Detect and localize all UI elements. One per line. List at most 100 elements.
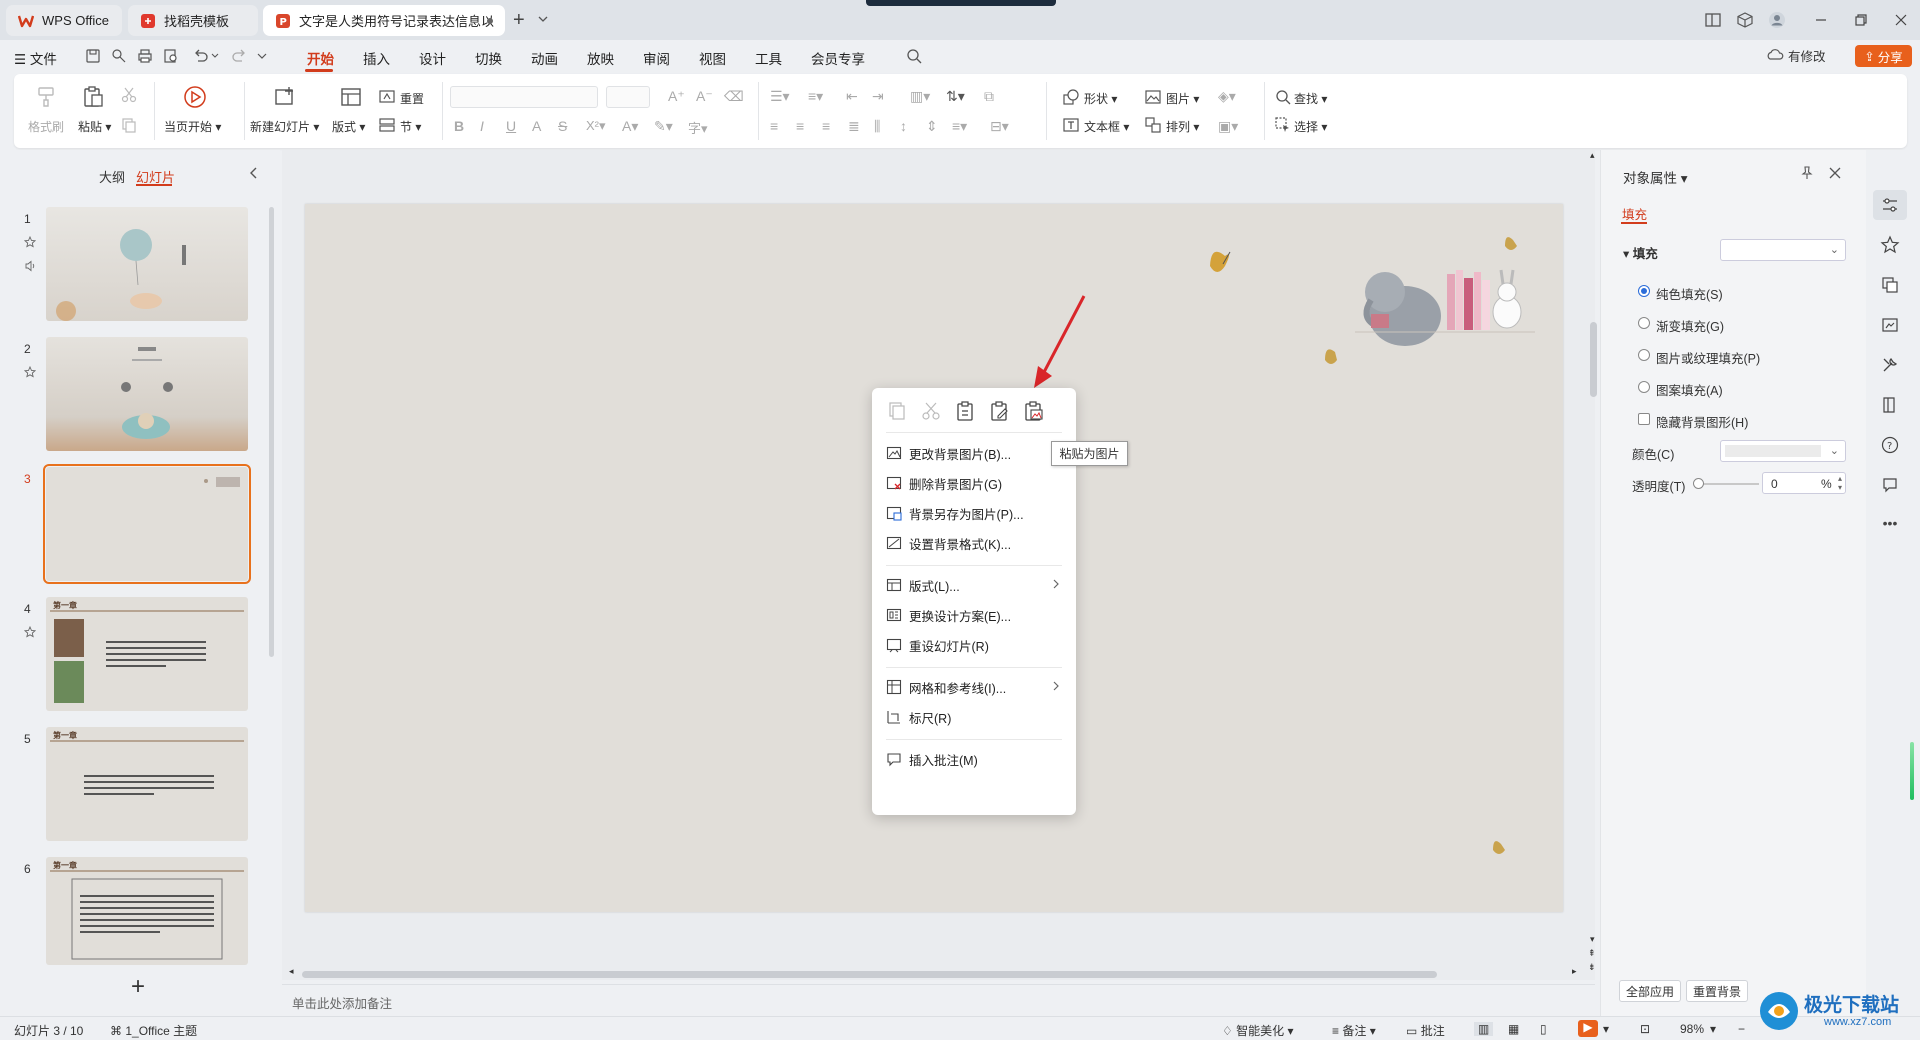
slide-thumbnail-5[interactable]: 第一章 [46, 727, 248, 841]
insert-comment-item[interactable]: 插入批注(M) [886, 744, 1066, 774]
fill-color-icon[interactable]: ◈▾ [1218, 88, 1236, 105]
menu-animation[interactable]: 动画 [531, 48, 558, 68]
new-tab-icon[interactable]: + [513, 9, 525, 32]
menu-transition[interactable]: 切换 [475, 48, 502, 68]
layout-icon[interactable] [338, 84, 364, 110]
scroll-down-icon[interactable]: ▾ [1590, 934, 1595, 945]
justify-icon[interactable]: ≣ [848, 118, 860, 135]
picture-icon[interactable] [1144, 88, 1162, 106]
paste-icon[interactable] [954, 400, 976, 422]
text-effect-icon[interactable]: 字▾ [688, 118, 708, 137]
play-slideshow-icon[interactable]: ▶ [1578, 1020, 1598, 1037]
tools-icon[interactable] [1880, 355, 1900, 375]
play-from-current-icon[interactable] [182, 84, 208, 110]
chevron-down-icon[interactable] [538, 14, 548, 24]
italic-icon[interactable]: I [480, 118, 484, 134]
copy-layers-icon[interactable] [1880, 275, 1900, 295]
properties-icon[interactable] [1880, 195, 1900, 215]
picture-edit-icon[interactable] [1880, 315, 1900, 335]
panel-title[interactable]: 对象属性 ▾ [1623, 167, 1688, 187]
paste-icon[interactable] [80, 84, 106, 110]
collapse-panel-icon[interactable] [248, 166, 260, 180]
reset-background-button[interactable]: 重置背景 [1686, 980, 1749, 1002]
star-icon[interactable] [1880, 235, 1900, 255]
increase-indent-icon[interactable]: ⇥ [872, 88, 884, 105]
tab-current-document[interactable]: P 文字是人类用符号记录表达信息以 [263, 5, 505, 36]
scroll-up-icon[interactable]: ▴ [1590, 150, 1595, 161]
redo-icon[interactable] [230, 47, 248, 65]
columns-icon[interactable]: ▥▾ [910, 88, 930, 105]
bold-icon[interactable]: B [454, 118, 464, 134]
textbox-icon[interactable] [1062, 116, 1080, 134]
print-preview-icon[interactable] [162, 47, 180, 65]
menu-slideshow[interactable]: 放映 [587, 48, 614, 68]
pin-icon[interactable] [1800, 166, 1814, 180]
strikethrough-icon[interactable]: S [558, 118, 567, 134]
gradient-fill-label[interactable]: 渐变填充(G) [1656, 316, 1724, 335]
arrange-label[interactable]: 排列 ▾ [1166, 118, 1199, 135]
prev-slide-icon[interactable]: ⇞ [1588, 948, 1596, 959]
copy-icon[interactable] [886, 400, 908, 422]
outline-color-icon[interactable]: ▣▾ [1218, 118, 1238, 135]
decrease-indent-icon[interactable]: ⇤ [846, 88, 858, 105]
arrange-icon[interactable] [1144, 116, 1162, 134]
numbering-icon[interactable]: ≡▾ [808, 88, 823, 105]
highlight-icon[interactable]: ✎▾ [654, 118, 673, 135]
para-spacing-icon[interactable]: ⇕ [926, 118, 938, 135]
print-icon[interactable] [136, 47, 154, 65]
slide-thumbnail-3[interactable] [43, 464, 251, 584]
chevron-down-icon[interactable] [256, 47, 268, 65]
color-select[interactable]: ⌄ [1720, 440, 1846, 462]
file-menu[interactable]: ☰ 文件 [14, 48, 57, 68]
align-center-icon[interactable]: ≡ [796, 118, 804, 134]
cut-icon[interactable] [120, 86, 138, 104]
menu-insert[interactable]: 插入 [363, 48, 390, 68]
select-icon[interactable] [1274, 116, 1292, 134]
save-icon[interactable] [84, 47, 102, 65]
clear-format-icon[interactable]: ⌫ [724, 88, 744, 105]
grid-guides-item[interactable]: 网格和参考线(I)... [886, 672, 1066, 702]
font-size-select[interactable] [606, 86, 650, 108]
text-box-align-icon[interactable]: ⊟▾ [990, 118, 1009, 135]
notes-pane[interactable]: 单击此处添加备注 [282, 984, 1595, 1016]
modified-status[interactable]: 有修改 [1788, 46, 1826, 65]
tab-docer-templates[interactable]: 找稻壳模板 [128, 5, 258, 36]
from-current-label[interactable]: 当页开始 ▾ [164, 118, 221, 135]
avatar[interactable] [1768, 11, 1786, 29]
slide-thumbnail-2[interactable] [46, 337, 248, 451]
fill-section-header[interactable]: ▾ 填充 [1623, 243, 1658, 262]
slides-scrollbar[interactable] [269, 207, 274, 657]
slide-thumbnail-1[interactable] [46, 207, 248, 321]
solid-fill-radio[interactable] [1638, 285, 1650, 297]
close-panel-icon[interactable] [1828, 166, 1842, 180]
restore-icon[interactable] [1852, 11, 1870, 29]
copy-icon[interactable] [120, 116, 138, 134]
slide-counter[interactable]: 幻灯片 3 / 10 [14, 1022, 83, 1039]
gradient-fill-radio[interactable] [1638, 317, 1650, 329]
font-name-select[interactable] [450, 86, 598, 108]
menu-design[interactable]: 设计 [419, 48, 446, 68]
notes-toggle[interactable]: ≡ 备注 ▾ [1332, 1022, 1376, 1039]
layout-label[interactable]: 版式 ▾ [332, 118, 365, 135]
format-painter-icon[interactable] [34, 84, 60, 110]
superscript-icon[interactable]: X²▾ [586, 118, 606, 134]
reset-label[interactable]: 重置 [400, 90, 424, 107]
new-slide-icon[interactable] [272, 84, 298, 110]
help-icon[interactable]: ? [1880, 435, 1900, 455]
fill-type-select[interactable]: ⌄ [1720, 239, 1846, 261]
transparency-input[interactable]: 0 % ▴ ▾ [1762, 472, 1846, 494]
shape-label[interactable]: 形状 ▾ [1084, 90, 1117, 107]
align-left-icon[interactable]: ≡ [770, 118, 778, 134]
paste-keep-format-icon[interactable] [988, 400, 1010, 422]
minimize-icon[interactable] [1812, 11, 1830, 29]
chevron-down-icon[interactable] [210, 47, 220, 65]
scroll-left-icon[interactable]: ◂ [289, 966, 294, 977]
delete-bg-picture-item[interactable]: 删除背景图片(G) [886, 468, 1066, 498]
add-slide-icon[interactable]: + [131, 973, 145, 1001]
horizontal-scrollbar[interactable] [302, 971, 1437, 978]
shadow-text-icon[interactable]: A [532, 118, 541, 134]
feedback-icon[interactable] [1880, 475, 1900, 495]
outline-tab[interactable]: 大纲 [99, 167, 125, 186]
save-bg-as-picture-item[interactable]: 背景另存为图片(P)... [886, 498, 1066, 528]
find-icon[interactable] [1274, 88, 1292, 106]
